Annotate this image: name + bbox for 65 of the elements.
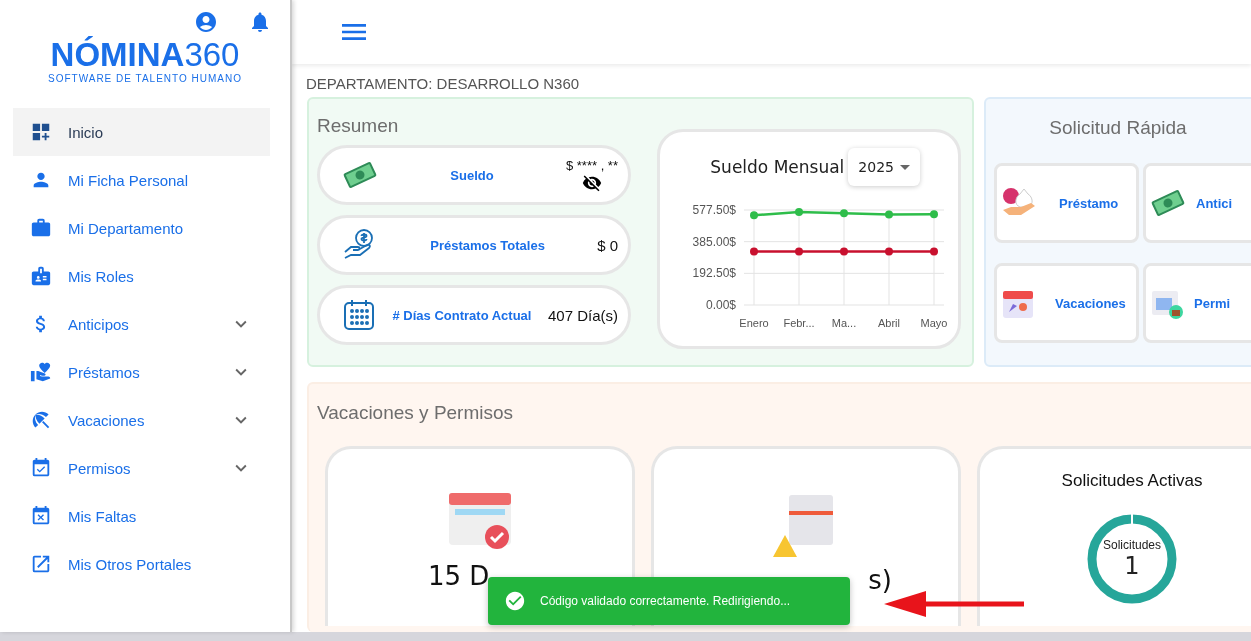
card-title: Solicitudes Activas [1061,471,1203,491]
days-value: 15 D [428,561,490,591]
quick-request-card[interactable]: Antici [1143,163,1251,243]
briefcase-icon [30,217,52,239]
panel-title: Vacaciones y Permisos [317,402,515,424]
sidebar-item[interactable]: Mi Ficha Personal [13,156,270,204]
sidebar-item[interactable]: Permisos [13,444,270,492]
stat-label: # Días Contrato Actual [391,307,533,323]
axis-label: 577.50$ [692,203,736,217]
logo-text: NÓMINA [50,38,185,71]
stat-label: Sueldo [449,167,495,183]
quick-request-card[interactable]: Préstamo [994,163,1139,243]
umbrella-icon [30,409,52,431]
point [885,247,893,256]
point [930,210,938,219]
calendar-x-icon [30,505,52,527]
stat-label: Préstamos Totales [429,237,546,253]
quick-request-card[interactable]: Vacaciones [994,263,1139,343]
ring-label: Solicitudes [1103,538,1161,552]
days-value: s) [868,565,892,595]
toast-message: Código validado correctamente. Redirigiendo... [540,594,791,608]
chart-title: Sueldo Mensual [710,157,845,177]
stat-value: 407 Día(s) [547,306,618,324]
dashboard-icon [30,121,52,143]
axis-label: Ma... [831,317,857,329]
sidebar-item[interactable]: Mis Otros Portales [13,540,270,588]
department-label: DEPARTAMENTO: DESARROLLO N360 [305,74,581,94]
point [840,209,848,218]
axis-label: Febr... [783,317,815,329]
sidebar-item[interactable]: Mis Faltas [13,492,270,540]
point [795,247,803,256]
axis-label: Mayo [920,317,948,329]
axis-label: Abril [878,317,900,329]
sidebar-item[interactable]: Anticipos [13,300,270,348]
year-dropdown[interactable]: 2025 [848,148,920,186]
sidebar-item[interactable]: Mi Departamento [13,204,270,252]
point [750,211,758,220]
stat-value: $ 0 [597,236,618,254]
calendar-icon [342,298,376,332]
quick-request-card[interactable]: Permi [1143,263,1251,343]
panel-title: Resumen [317,115,400,137]
sidebar-item[interactable]: Vacaciones [13,396,270,444]
logo-tagline: SOFTWARE DE TALENTO HUMANO [48,73,242,84]
panel-title: Solicitud Rápida [1048,117,1188,139]
point [885,210,893,219]
axis-label: 0.00$ [705,298,736,312]
id-badge-icon [30,265,52,287]
point [795,208,803,217]
external-link-icon [30,553,52,575]
axis-label: 385.00$ [692,234,736,249]
sidebar-item[interactable]: Préstamos [13,348,270,396]
check-icon [504,590,526,612]
sidebar-item[interactable]: Inicio [13,108,270,156]
stat-value: $ **** , ** [565,157,618,173]
point [930,247,938,256]
account-icon[interactable] [194,10,218,34]
ring-count: 1 [1124,552,1140,580]
logo-number: 360 [184,38,240,71]
calendar-check-icon [30,457,52,479]
dropdown-caret-icon [900,164,910,170]
point [840,247,848,256]
sidebar-item[interactable]: Mis Roles [13,252,270,300]
point [750,247,758,256]
axis-label: 192.50$ [692,266,736,281]
axis-label: Enero [739,317,769,329]
